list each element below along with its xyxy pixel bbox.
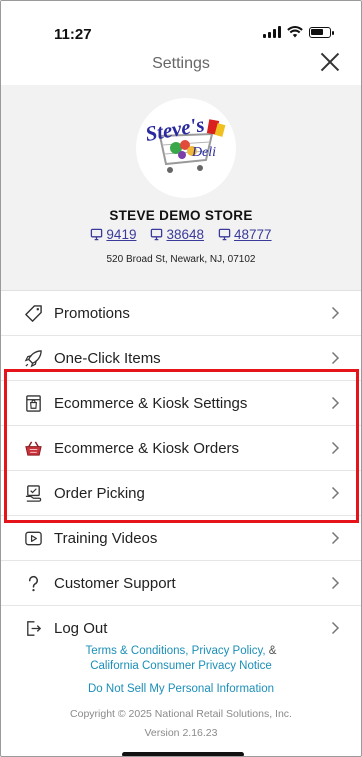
battery-icon xyxy=(309,26,334,38)
terms-link[interactable]: Terms & Conditions, xyxy=(86,645,189,657)
chevron-right-icon xyxy=(331,486,340,500)
close-icon[interactable] xyxy=(317,49,343,75)
home-indicator xyxy=(122,752,244,756)
store-id-text: 9419 xyxy=(106,227,137,242)
chevron-right-icon xyxy=(331,531,340,545)
store-id-link-1[interactable]: 9419 xyxy=(90,227,136,242)
menu-item-label: Customer Support xyxy=(54,574,176,592)
menu-item-label: Order Picking xyxy=(54,484,145,502)
store-id-list: 9419 38648 48777 xyxy=(1,227,361,242)
version-text: Version 2.16.23 xyxy=(144,727,218,739)
copyright-text: Copyright © 2025 National Retail Solutio… xyxy=(70,708,292,720)
monitor-icon xyxy=(91,228,103,241)
menu-item-customer-support[interactable]: Customer Support xyxy=(1,561,361,606)
menu-item-label: Log Out xyxy=(54,620,108,637)
store-logo: Steve's Deli xyxy=(136,98,236,198)
store-name: STEVE DEMO STORE xyxy=(109,208,253,223)
rocket-icon xyxy=(23,348,43,368)
store-id-link-3[interactable]: 48777 xyxy=(218,227,272,242)
legal-links: Terms & Conditions, Privacy Policy, & Ca… xyxy=(1,644,361,674)
store-panel: Steve's Deli STEVE DEMO STORE 9419 38648… xyxy=(1,85,361,291)
chevron-right-icon xyxy=(331,441,340,455)
menu-item-promotions[interactable]: Promotions xyxy=(1,291,361,336)
amp-text: & xyxy=(268,645,277,657)
menu-item-label: One-Click Items xyxy=(54,349,161,367)
kiosk-icon xyxy=(23,393,43,413)
header-bar: Settings xyxy=(1,45,361,85)
tag-icon xyxy=(23,303,43,323)
menu-item-ecommerce-kiosk-settings[interactable]: Ecommerce & Kiosk Settings xyxy=(1,381,361,426)
status-time: 11:27 xyxy=(54,26,92,43)
chevron-right-icon xyxy=(331,576,340,590)
store-id-link-2[interactable]: 38648 xyxy=(150,227,204,242)
menu-item-training-videos[interactable]: Training Videos xyxy=(1,516,361,561)
store-id-text: 38648 xyxy=(166,227,205,242)
legal-footer: Terms & Conditions, Privacy Policy, & Ca… xyxy=(1,644,361,739)
california-privacy-link[interactable]: California Consumer Privacy Notice xyxy=(90,660,272,672)
status-icons xyxy=(263,26,334,38)
logout-icon xyxy=(23,619,43,639)
menu-item-ecommerce-kiosk-orders[interactable]: Ecommerce & Kiosk Orders xyxy=(1,426,361,471)
menu-item-label: Training Videos xyxy=(54,529,158,547)
menu-item-one-click-items[interactable]: One-Click Items xyxy=(1,336,361,381)
do-not-sell-link[interactable]: Do Not Sell My Personal Information xyxy=(1,683,361,695)
menu-item-label: Ecommerce & Kiosk Orders xyxy=(54,439,240,457)
question-icon xyxy=(23,573,43,593)
basket-icon xyxy=(23,438,43,458)
chevron-right-icon xyxy=(331,621,340,635)
privacy-policy-link[interactable]: Privacy Policy, xyxy=(192,645,266,657)
picking-icon xyxy=(23,483,43,503)
logo-text-top: Steve's xyxy=(143,112,206,146)
logo-text-bottom: Deli xyxy=(191,145,216,160)
menu-item-label: Promotions xyxy=(54,304,130,322)
app-screen: 11:27 Settings Steve's Deli STEVE DEMO S… xyxy=(0,0,362,757)
settings-menu: Promotions One-Click Items Ecommerce & K… xyxy=(1,291,361,651)
monitor-icon xyxy=(218,228,231,241)
menu-item-label: Ecommerce & Kiosk Settings xyxy=(54,394,248,412)
play-icon xyxy=(23,528,43,548)
chevron-right-icon xyxy=(331,351,340,365)
deli-logo-icon: Steve's Deli xyxy=(143,112,226,173)
menu-item-order-picking[interactable]: Order Picking xyxy=(1,471,361,516)
chevron-right-icon xyxy=(331,396,340,410)
chevron-right-icon xyxy=(331,306,340,320)
wifi-icon xyxy=(287,26,303,38)
store-address: 520 Broad St, Newark, NJ, 07102 xyxy=(106,254,256,265)
status-bar: 11:27 xyxy=(1,1,361,45)
page-title: Settings xyxy=(152,55,210,72)
store-id-text: 48777 xyxy=(234,227,272,242)
signal-icon xyxy=(263,26,281,38)
monitor-icon xyxy=(151,228,163,241)
